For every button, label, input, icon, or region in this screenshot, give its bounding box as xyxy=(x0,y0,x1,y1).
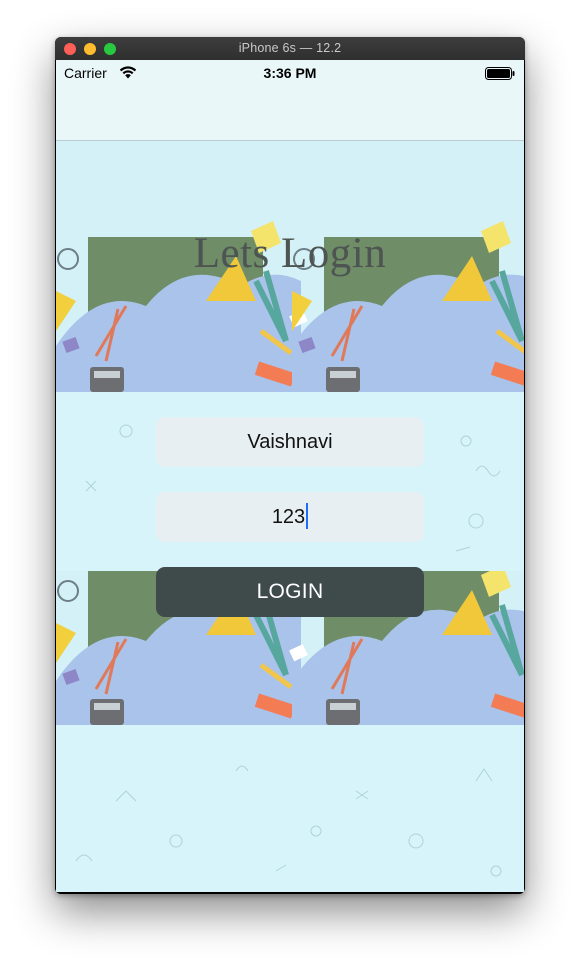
window-titlebar: iPhone 6s — 12.2 xyxy=(55,37,525,60)
window-title: iPhone 6s — 12.2 xyxy=(238,41,342,55)
simulator-window: iPhone 6s — 12.2 Carrier 3:36 PM Lets Lo… xyxy=(55,37,525,894)
password-value: 123 xyxy=(271,506,306,528)
login-button[interactable]: LOGIN xyxy=(156,567,424,617)
navigation-bar xyxy=(56,86,524,141)
phone-screen: Carrier 3:36 PM Lets Login Vaishnavi 123… xyxy=(56,60,524,892)
username-field[interactable]: Vaishnavi xyxy=(156,417,424,467)
username-value: Vaishnavi xyxy=(247,431,333,453)
password-field[interactable]: 123 xyxy=(156,492,424,542)
login-content: Lets Login Vaishnavi 123 LOGIN xyxy=(56,141,524,892)
status-time: 3:36 PM xyxy=(263,65,317,81)
status-bar: Carrier 3:36 PM xyxy=(56,60,524,86)
page-title: Lets Login xyxy=(193,230,387,277)
battery-icon xyxy=(485,67,515,80)
text-caret xyxy=(306,502,309,529)
